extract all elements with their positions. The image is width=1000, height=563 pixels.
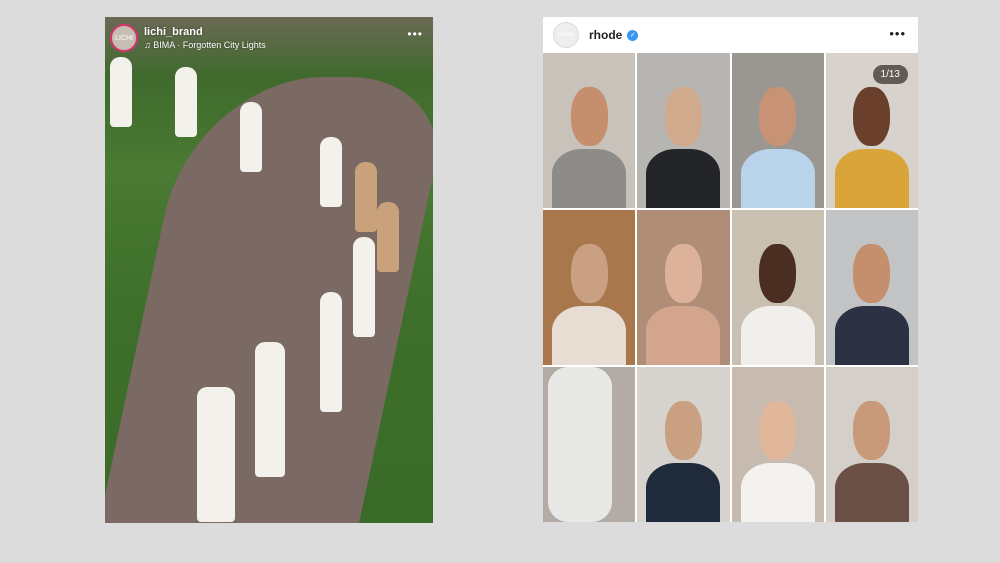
model-figure bbox=[110, 57, 132, 127]
photo-tile bbox=[637, 53, 730, 208]
photo-tile bbox=[543, 210, 636, 365]
model-figure bbox=[255, 342, 285, 477]
model-figure bbox=[240, 102, 262, 172]
model-figure bbox=[320, 292, 342, 412]
avatar[interactable]: LICHI bbox=[110, 24, 138, 52]
model-figure bbox=[355, 162, 377, 232]
photo-tile bbox=[825, 367, 918, 522]
reel-header: LICHI lichi_brand ♫ BIMA · Forgotten Cit… bbox=[105, 17, 433, 59]
post-username[interactable]: rhode bbox=[589, 28, 622, 42]
photo-tile bbox=[637, 210, 730, 365]
model-figure bbox=[377, 202, 399, 272]
photo-tile bbox=[731, 53, 824, 208]
model-figure bbox=[353, 237, 375, 337]
photo-tile bbox=[543, 367, 636, 522]
post-header: rhode rhode ✓ ••• bbox=[543, 17, 918, 53]
model-figure bbox=[320, 137, 342, 207]
verified-badge-icon: ✓ bbox=[627, 29, 639, 41]
model-figure bbox=[175, 67, 197, 137]
photo-carousel[interactable]: 1/13 bbox=[543, 53, 918, 522]
photo-tile bbox=[731, 367, 824, 522]
avatar[interactable]: rhode bbox=[553, 22, 579, 48]
carousel-counter: 1/13 bbox=[872, 65, 908, 84]
instagram-post: rhode rhode ✓ ••• 1/13 bbox=[543, 17, 918, 522]
more-options-icon[interactable]: ••• bbox=[889, 26, 906, 41]
photo-tile bbox=[731, 210, 824, 365]
music-title: BIMA · Forgotten City Lights bbox=[153, 40, 266, 50]
more-options-icon[interactable]: ••• bbox=[407, 27, 423, 41]
photo-tile bbox=[825, 210, 918, 365]
photo-tile bbox=[543, 53, 636, 208]
reel-music[interactable]: ♫ BIMA · Forgotten City Lights bbox=[144, 40, 266, 50]
reel-username[interactable]: lichi_brand bbox=[144, 26, 266, 38]
music-note-icon: ♫ bbox=[144, 40, 151, 50]
photo-tile bbox=[637, 367, 730, 522]
model-figure bbox=[197, 387, 235, 522]
reel-video[interactable]: LICHI lichi_brand ♫ BIMA · Forgotten Cit… bbox=[105, 17, 433, 523]
